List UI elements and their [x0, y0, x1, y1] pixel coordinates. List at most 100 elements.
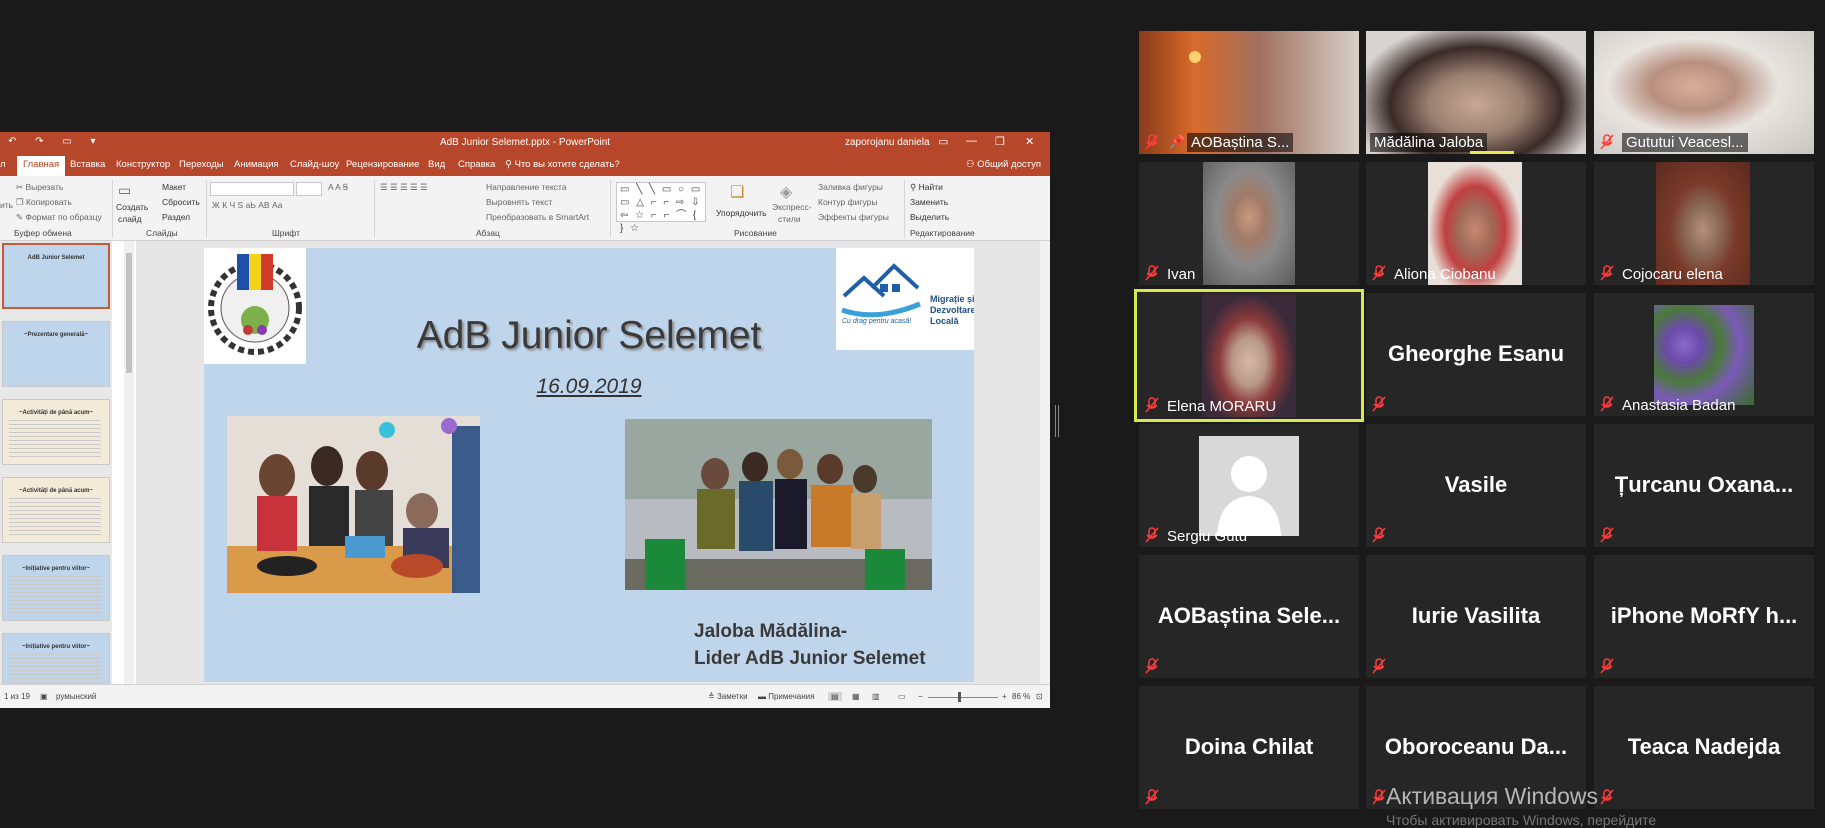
- group-outdoor-photo: [625, 419, 932, 590]
- select-button[interactable]: Выделить: [910, 212, 949, 222]
- tab-view[interactable]: Вид: [428, 159, 445, 170]
- slide-thumbnail[interactable]: ~Prezentare generală~: [2, 321, 110, 387]
- arrange-button[interactable]: Упорядочить: [716, 208, 767, 218]
- close-icon[interactable]: ✕: [1025, 135, 1034, 148]
- slide-scrollbar[interactable]: [1040, 241, 1050, 684]
- participant-tile[interactable]: Teaca Nadejda: [1594, 686, 1814, 809]
- spellcheck-icon[interactable]: ▣: [40, 692, 48, 701]
- list-buttons[interactable]: ☰ ☰ ☰ ☰ ☰: [380, 182, 428, 193]
- thumbnails-scrollbar[interactable]: [124, 241, 134, 684]
- windows-activation-watermark: Активация Windows: [1386, 783, 1598, 809]
- layout-button[interactable]: Макет: [162, 182, 186, 192]
- font-format-buttons[interactable]: Ж К Ч S аЬ АВ Аа: [212, 200, 282, 210]
- participant-name: Cojocaru elena: [1622, 266, 1723, 283]
- scrollbar-thumb[interactable]: [126, 253, 132, 373]
- minimize-icon[interactable]: —: [966, 135, 977, 147]
- zoom-in-icon[interactable]: +: [1002, 692, 1007, 701]
- slides-group-label: Слайды: [146, 228, 178, 238]
- new-slide-label-2[interactable]: слайд: [118, 214, 142, 224]
- panel-resize-handle[interactable]: [1055, 405, 1059, 437]
- participant-tile-active-speaker[interactable]: Elena MORARU: [1134, 289, 1364, 422]
- participant-tile[interactable]: Mădălina Jaloba: [1366, 31, 1586, 154]
- quick-styles-label-1[interactable]: Экспресс-: [772, 202, 812, 212]
- participant-tile[interactable]: Doina Chilat: [1139, 686, 1359, 809]
- shape-fill-button[interactable]: Заливка фигуры: [818, 182, 883, 192]
- notes-button[interactable]: ≜ Заметки: [708, 692, 748, 701]
- align-text-button[interactable]: Выровнять текст: [486, 197, 552, 207]
- slide-thumbnail[interactable]: ~Inițiative pentru viitor~: [2, 633, 110, 684]
- participant-tile[interactable]: Iurie Vasilita: [1366, 555, 1586, 678]
- participant-tile[interactable]: Cojocaru elena: [1594, 162, 1814, 285]
- text-direction-button[interactable]: Направление текста: [486, 182, 567, 192]
- shapes-gallery[interactable]: ▭ ╲ ╲ ▭ ○ ▭ ▭ △ ⌐ ⌐ ⇨ ⇩ ⇦ ☆ ⌐ ⌐ ⌒ { } ☆: [616, 182, 706, 234]
- shape-effects-button[interactable]: Эффекты фигуры: [818, 212, 889, 222]
- participant-tile[interactable]: Gheorghe Esanu: [1366, 293, 1586, 416]
- tab-insert[interactable]: Вставка: [70, 159, 105, 170]
- zoom-out-icon[interactable]: −: [918, 692, 923, 701]
- zoom-slider-thumb[interactable]: [958, 692, 961, 702]
- language-indicator[interactable]: румынский: [56, 692, 96, 701]
- shared-screen-powerpoint: ↶ ↷ ▭ ▾ AdB Junior Selemet.pptx - PowerP…: [0, 132, 1050, 708]
- participant-tile[interactable]: Gututui Veacesl...: [1594, 31, 1814, 154]
- zoom-slider[interactable]: [928, 697, 998, 698]
- share-button[interactable]: ⚇ Общий доступ: [966, 159, 1041, 170]
- participant-tile[interactable]: 📌 AOBaștina S...: [1139, 31, 1359, 154]
- slide-thumbnail[interactable]: AdB Junior Selemet: [2, 243, 110, 309]
- participant-tile[interactable]: AOBaștina Sele...: [1139, 555, 1359, 678]
- maximize-icon[interactable]: ❐: [995, 135, 1005, 148]
- cut-button[interactable]: ✂ Вырезать: [16, 182, 63, 193]
- slide-thumbnails-pane: AdB Junior Selemet ~Prezentare generală~…: [0, 241, 112, 684]
- current-slide[interactable]: Cu drag pentru acasă! Migrație și Dezvol…: [204, 248, 974, 682]
- slide-thumbnail[interactable]: ~Activități de până acum~: [2, 399, 110, 465]
- find-button[interactable]: ⚲ Найти: [910, 182, 943, 193]
- normal-view-icon[interactable]: ▤: [828, 692, 842, 701]
- slideshow-icon[interactable]: ▭: [898, 692, 906, 701]
- font-group-label: Шрифт: [272, 228, 300, 238]
- logo-text-line2: Dezvoltare: [930, 305, 974, 315]
- tab-help[interactable]: Справка: [458, 159, 495, 170]
- tab-review[interactable]: Рецензирование: [346, 159, 419, 170]
- slide-thumbnail[interactable]: ~Inițiative pentru viitor~: [2, 555, 110, 621]
- participant-tile[interactable]: Ivan: [1139, 162, 1359, 285]
- pin-icon: 📌: [1169, 134, 1186, 149]
- participant-name-centered: Iurie Vasilita: [1411, 603, 1541, 628]
- ribbon-display-icon[interactable]: ▭: [938, 135, 948, 148]
- tab-transitions[interactable]: Переходы: [179, 159, 224, 170]
- format-painter-button[interactable]: ✎ Формат по образцу: [16, 212, 102, 223]
- participant-profile-photo: [1654, 305, 1754, 405]
- participant-name-centered: AOBaștina Sele...: [1157, 603, 1341, 628]
- reading-view-icon[interactable]: ▥: [872, 692, 880, 701]
- tab-slideshow[interactable]: Слайд-шоу: [290, 159, 339, 170]
- participant-tile[interactable]: Țurcanu Oxana...: [1594, 424, 1814, 547]
- font-family-input[interactable]: [210, 182, 294, 196]
- participant-tile[interactable]: iPhone MoRfY h...: [1594, 555, 1814, 678]
- reset-button[interactable]: Сбросить: [162, 197, 200, 207]
- paste-button[interactable]: ить: [0, 200, 13, 210]
- tell-me-search[interactable]: ⚲ Что вы хотите сделать?: [505, 159, 620, 170]
- account-name[interactable]: zaporojanu daniela: [845, 137, 930, 148]
- speaking-indicator: [1470, 151, 1514, 154]
- copy-button[interactable]: ❐ Копировать: [16, 197, 72, 208]
- participant-tile[interactable]: Anastasia Badan: [1594, 293, 1814, 416]
- comments-button[interactable]: ▬ Примечания: [758, 692, 814, 701]
- tab-animations[interactable]: Анимация: [234, 159, 279, 170]
- font-size-buttons[interactable]: A A Ꞩ: [328, 182, 348, 193]
- shape-outline-button[interactable]: Контур фигуры: [818, 197, 877, 207]
- fit-slide-icon[interactable]: ⊡: [1036, 692, 1043, 701]
- default-avatar: [1199, 436, 1299, 536]
- zoom-level[interactable]: 86 %: [1012, 692, 1030, 701]
- quick-styles-label-2[interactable]: стили: [778, 214, 801, 224]
- font-size-input[interactable]: [296, 182, 322, 196]
- tab-home[interactable]: Главная: [17, 156, 66, 176]
- new-slide-label-1[interactable]: Создать: [116, 202, 148, 212]
- smartart-button[interactable]: Преобразовать в SmartArt: [486, 212, 589, 222]
- replace-button[interactable]: Заменить: [910, 197, 948, 207]
- participant-tile[interactable]: Sergiu Gutu: [1139, 424, 1359, 547]
- participant-tile[interactable]: Vasile: [1366, 424, 1586, 547]
- tab-design[interactable]: Конструктор: [116, 159, 170, 170]
- slide-sorter-icon[interactable]: ▦: [852, 692, 860, 701]
- tab-file[interactable]: л: [0, 159, 6, 170]
- section-button[interactable]: Раздел: [162, 212, 190, 222]
- participant-tile[interactable]: Aliona Ciobanu: [1366, 162, 1586, 285]
- slide-thumbnail[interactable]: ~Activități de până acum~: [2, 477, 110, 543]
